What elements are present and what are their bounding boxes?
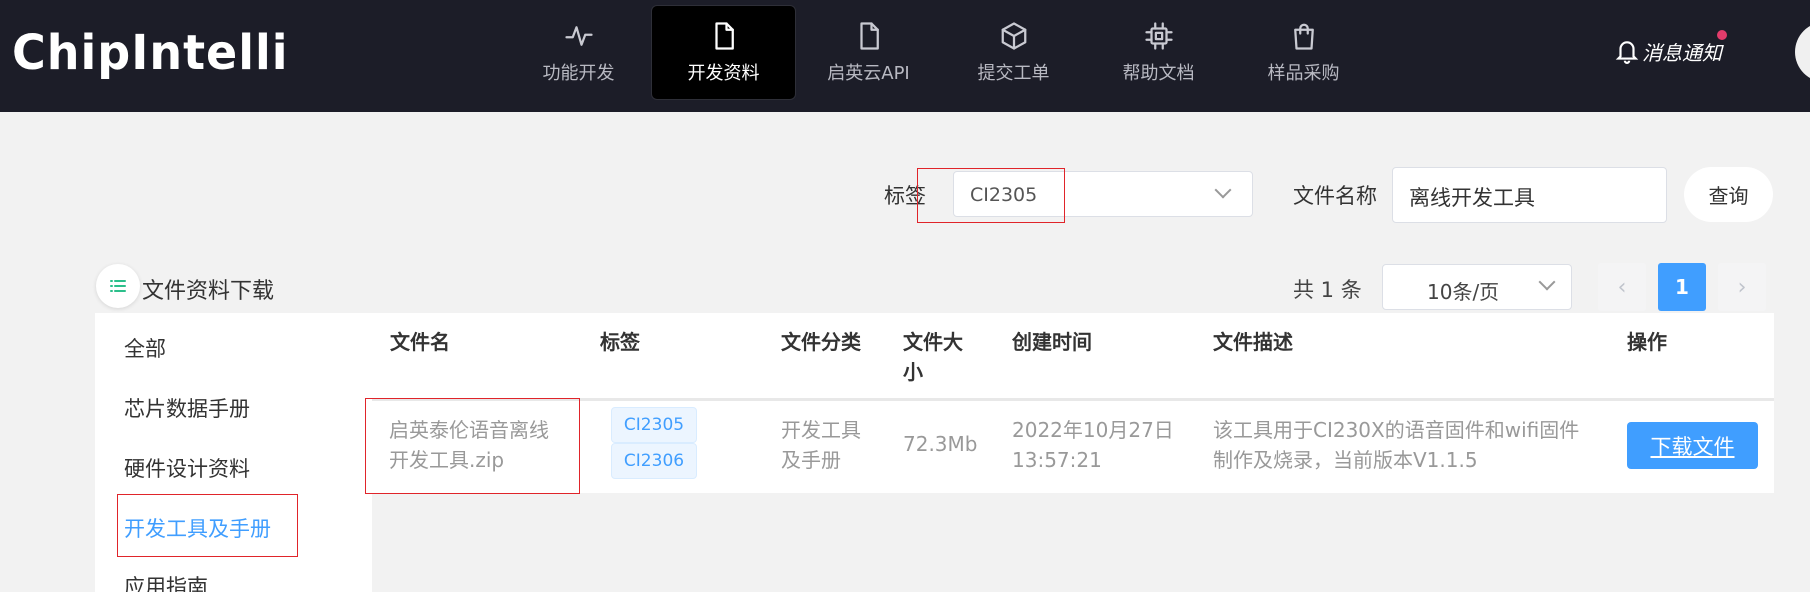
bell-icon — [1615, 41, 1639, 64]
file-icon — [714, 21, 734, 50]
nav-item-help-docs[interactable]: 帮助文档 — [1086, 5, 1231, 100]
list-icon — [110, 280, 126, 292]
nav-label: 帮助文档 — [1122, 62, 1195, 84]
nav-item-submit-ticket[interactable]: 提交工单 — [941, 5, 1086, 100]
query-button[interactable]: 查询 — [1684, 167, 1773, 222]
page-size-value: 10条/页 — [1427, 280, 1500, 304]
highlight-box-filename — [365, 398, 580, 494]
highlight-box-sidebar — [117, 494, 298, 557]
column-header-description: 文件描述 — [1213, 330, 1293, 354]
category-cell: 开发工具 及手册 — [781, 418, 861, 472]
notifications-button[interactable]: 消息通知 — [1614, 30, 1727, 68]
nav-item-cloud-api[interactable]: 启英云API — [796, 5, 941, 100]
sidebar-item-chip-datasheet[interactable]: 芯片数据手册 — [124, 393, 250, 423]
pagination-total: 共 1 条 — [1293, 278, 1362, 302]
nav-item-dev-materials[interactable]: 开发资料 — [651, 5, 796, 100]
column-header-size: 文件大 小 — [903, 330, 963, 384]
nav-label: 样品采购 — [1267, 62, 1340, 84]
highlight-box-tag — [917, 168, 1065, 223]
header-divider — [372, 398, 1774, 401]
main-nav: 功能开发 开发资料 启英云API 提交工单 帮助文档 样品采购 — [506, 5, 1376, 100]
sidebar-item-hardware-design[interactable]: 硬件设计资料 — [124, 453, 250, 483]
description-cell: 该工具用于CI230X的语音固件和wifi固件 制作及烧录，当前版本V1.1.5 — [1213, 418, 1580, 472]
nav-label: 开发资料 — [687, 62, 760, 84]
sidebar-item-app-guide[interactable]: 应用指南 — [124, 571, 208, 592]
notifications-label: 消息通知 — [1642, 40, 1722, 65]
column-header-action: 操作 — [1627, 330, 1667, 354]
column-header-tag: 标签 — [600, 330, 640, 354]
nav-label: 启英云API — [827, 62, 910, 84]
document-icon — [859, 21, 879, 50]
filename-input[interactable]: 离线开发工具 — [1392, 167, 1667, 223]
size-cell: 72.3Mb — [903, 432, 978, 456]
box-icon — [1001, 21, 1026, 50]
logo[interactable]: ChipIntelli — [12, 21, 289, 84]
top-header: ChipIntelli 功能开发 开发资料 启英云API 提交工单 帮助文档 样… — [0, 0, 1810, 112]
avatar[interactable] — [1795, 22, 1810, 82]
file-table: 文件名 标签 文件分类 文件大 小 创建时间 文件描述 操作 启英泰伦语音离线 … — [372, 313, 1774, 493]
page-number-button[interactable]: 1 — [1658, 263, 1706, 311]
shopping-bag-icon — [1293, 23, 1314, 50]
column-header-name: 文件名 — [390, 330, 450, 354]
page-size-select[interactable]: 10条/页 — [1382, 264, 1572, 310]
filename-label: 文件名称 — [1293, 184, 1377, 208]
chevron-down-icon — [1214, 181, 1232, 199]
column-header-category: 文件分类 — [781, 330, 861, 354]
column-header-created: 创建时间 — [1012, 330, 1092, 354]
nav-item-sample-purchase[interactable]: 样品采购 — [1231, 5, 1376, 100]
nav-label: 功能开发 — [542, 62, 615, 84]
chip-icon — [1144, 21, 1173, 50]
chevron-down-icon — [1538, 273, 1556, 291]
created-time-cell: 2022年10月27日 13:57:21 — [1012, 418, 1174, 472]
tag-chip: CI2306 — [611, 443, 697, 479]
section-title: 文件资料下载 — [142, 279, 275, 304]
download-file-button[interactable]: 下载文件 — [1627, 422, 1758, 469]
activity-icon — [564, 25, 593, 46]
tag-chip: CI2305 — [611, 407, 697, 443]
notification-dot — [1717, 30, 1727, 40]
list-toggle-button[interactable] — [96, 264, 140, 308]
nav-item-feature-dev[interactable]: 功能开发 — [506, 5, 651, 100]
prev-page-button[interactable]: ‹ — [1598, 263, 1646, 311]
next-page-button[interactable]: › — [1718, 263, 1766, 311]
sidebar-item-all[interactable]: 全部 — [124, 333, 166, 363]
nav-label: 提交工单 — [977, 62, 1050, 84]
